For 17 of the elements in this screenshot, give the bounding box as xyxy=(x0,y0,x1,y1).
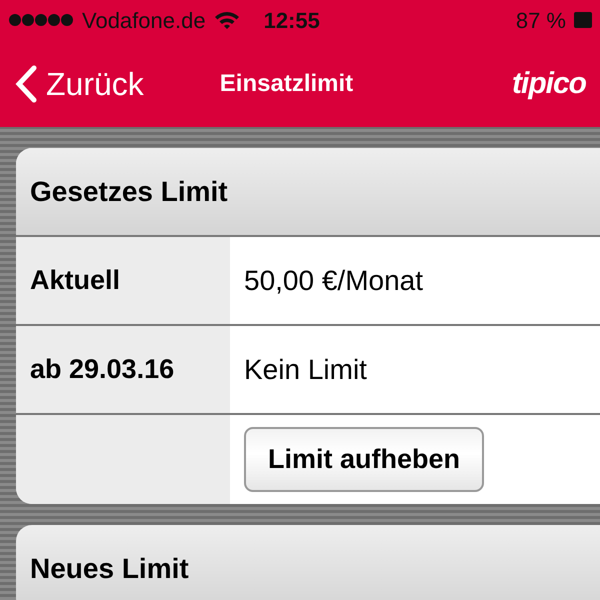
battery-icon xyxy=(574,11,592,29)
status-time: 12:55 xyxy=(264,6,320,34)
back-link[interactable]: Zurück xyxy=(14,60,144,108)
section-title: Neues Limit xyxy=(16,525,600,600)
carrier-name: Vodafone.de xyxy=(82,6,206,34)
back-chevron-icon xyxy=(14,64,38,102)
wifi-icon xyxy=(214,10,240,30)
section-title: Gesetzes Limit xyxy=(16,148,600,237)
battery-percent: 87 % xyxy=(516,6,566,34)
page-title: Einsatzlimit xyxy=(220,68,354,98)
brand-logo: tipico xyxy=(512,66,586,102)
row-value: Kein Limit xyxy=(243,352,368,386)
signal-icon xyxy=(8,13,74,27)
row-label: ab 29.03.16 xyxy=(16,326,230,413)
row-label: Aktuell xyxy=(16,237,230,324)
row-value: 50,00 €/Monat xyxy=(243,264,424,298)
remove-limit-button[interactable]: Limit aufheben xyxy=(244,427,484,492)
